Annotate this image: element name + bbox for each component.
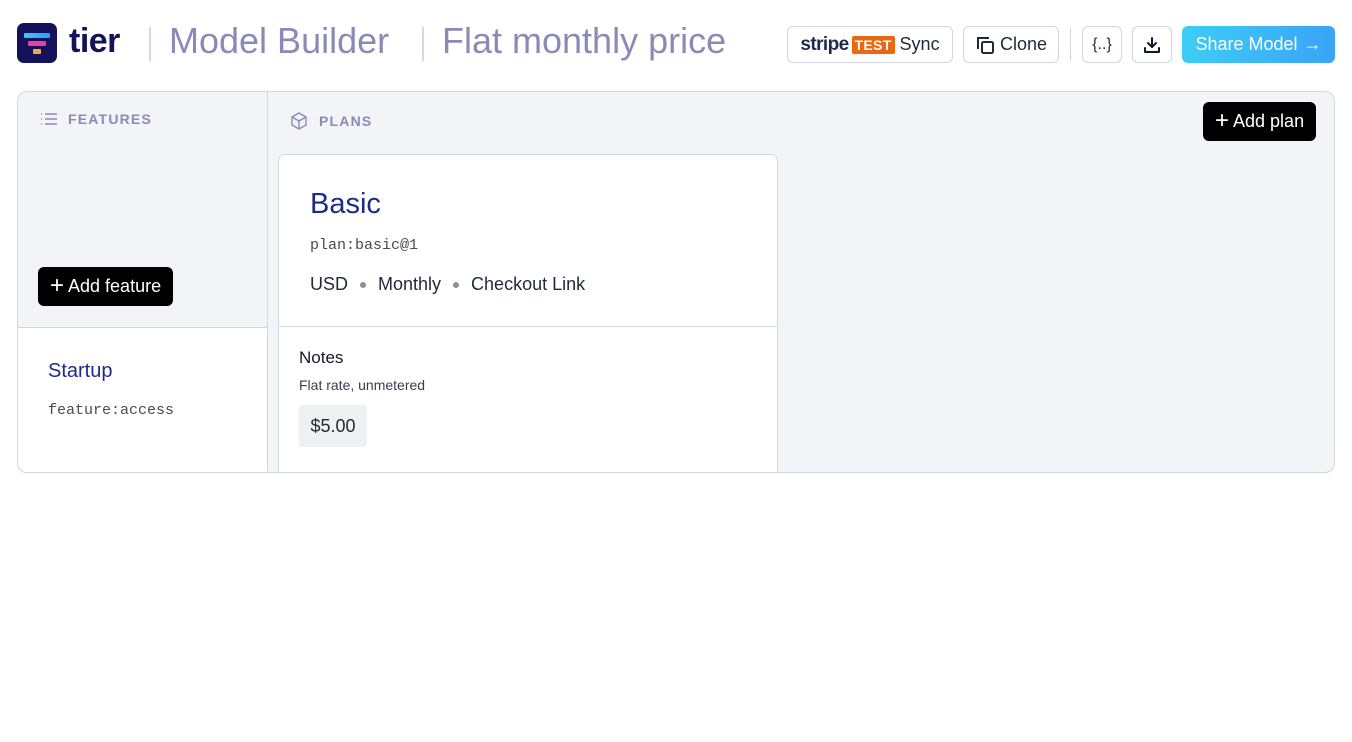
plan-meta: USD Monthly Checkout Link — [310, 274, 585, 295]
download-icon — [1144, 36, 1160, 53]
add-feature-label: Add feature — [68, 276, 162, 296]
features-column: FEATURES + Add feature Startup feature:a… — [18, 92, 268, 472]
toolbar-divider — [1070, 28, 1071, 61]
clone-label: Clone — [999, 34, 1048, 54]
plus-icon: + — [50, 271, 65, 299]
add-feature-button[interactable]: + Add feature — [38, 267, 174, 306]
arrow-right-icon: → — [1303, 34, 1322, 54]
test-mode-badge: TEST — [851, 35, 895, 54]
feature-key: feature:access — [48, 402, 175, 419]
plan-name[interactable]: Basic — [310, 188, 381, 221]
add-plan-button[interactable]: + Add plan — [1203, 102, 1317, 141]
share-label: Share Model — [1195, 34, 1298, 54]
list-icon — [41, 113, 57, 125]
plan-currency: USD — [310, 274, 349, 294]
logo-bar — [33, 49, 41, 54]
plan-interval: Monthly — [378, 274, 442, 294]
plan-card-header: Basic plan:basic@1 USD Monthly Checkout … — [279, 155, 777, 327]
sync-label: Sync — [899, 34, 940, 54]
section-title: Model Builder — [169, 20, 390, 61]
clone-button[interactable]: Clone — [963, 26, 1059, 63]
add-plan-label: Add plan — [1233, 111, 1305, 131]
share-model-button[interactable]: Share Model → — [1182, 26, 1335, 63]
app-header: tier Model Builder Flat monthly price st… — [0, 0, 1352, 86]
stripe-sync-button[interactable]: stripe TEST Sync — [787, 26, 953, 63]
features-header: FEATURES — [40, 111, 152, 127]
notes-label: Notes — [299, 348, 344, 367]
json-braces-icon: {..} — [1092, 35, 1112, 53]
plus-icon: + — [1215, 106, 1230, 134]
tier-logo-icon[interactable] — [17, 23, 57, 63]
title-divider — [422, 27, 424, 61]
stripe-logo: stripe — [800, 33, 849, 55]
copy-icon — [976, 36, 994, 54]
plans-header: PLANS — [289, 111, 372, 131]
logo-bar — [24, 33, 50, 38]
view-json-button[interactable]: {..} — [1082, 26, 1122, 63]
checkout-link[interactable]: Checkout Link — [471, 274, 585, 295]
brand-name[interactable]: tier — [69, 22, 120, 61]
plan-key: plan:basic@1 — [310, 237, 419, 254]
cube-icon — [291, 112, 307, 130]
model-builder-panel: FEATURES + Add feature Startup feature:a… — [17, 91, 1335, 473]
model-title[interactable]: Flat monthly price — [442, 20, 726, 62]
plans-label: PLANS — [319, 113, 373, 129]
plan-price[interactable]: $5.00 — [299, 405, 367, 447]
download-button[interactable] — [1132, 26, 1172, 63]
feature-list: Startup feature:access — [18, 327, 267, 472]
separator-dot — [453, 281, 460, 288]
logo-bar — [28, 41, 46, 46]
notes-text: Flat rate, unmetered — [299, 377, 426, 393]
title-divider — [149, 27, 151, 61]
separator-dot — [360, 281, 367, 288]
plan-card[interactable]: Basic plan:basic@1 USD Monthly Checkout … — [278, 154, 778, 472]
feature-title[interactable]: Startup — [48, 360, 112, 383]
features-label: FEATURES — [68, 111, 153, 127]
